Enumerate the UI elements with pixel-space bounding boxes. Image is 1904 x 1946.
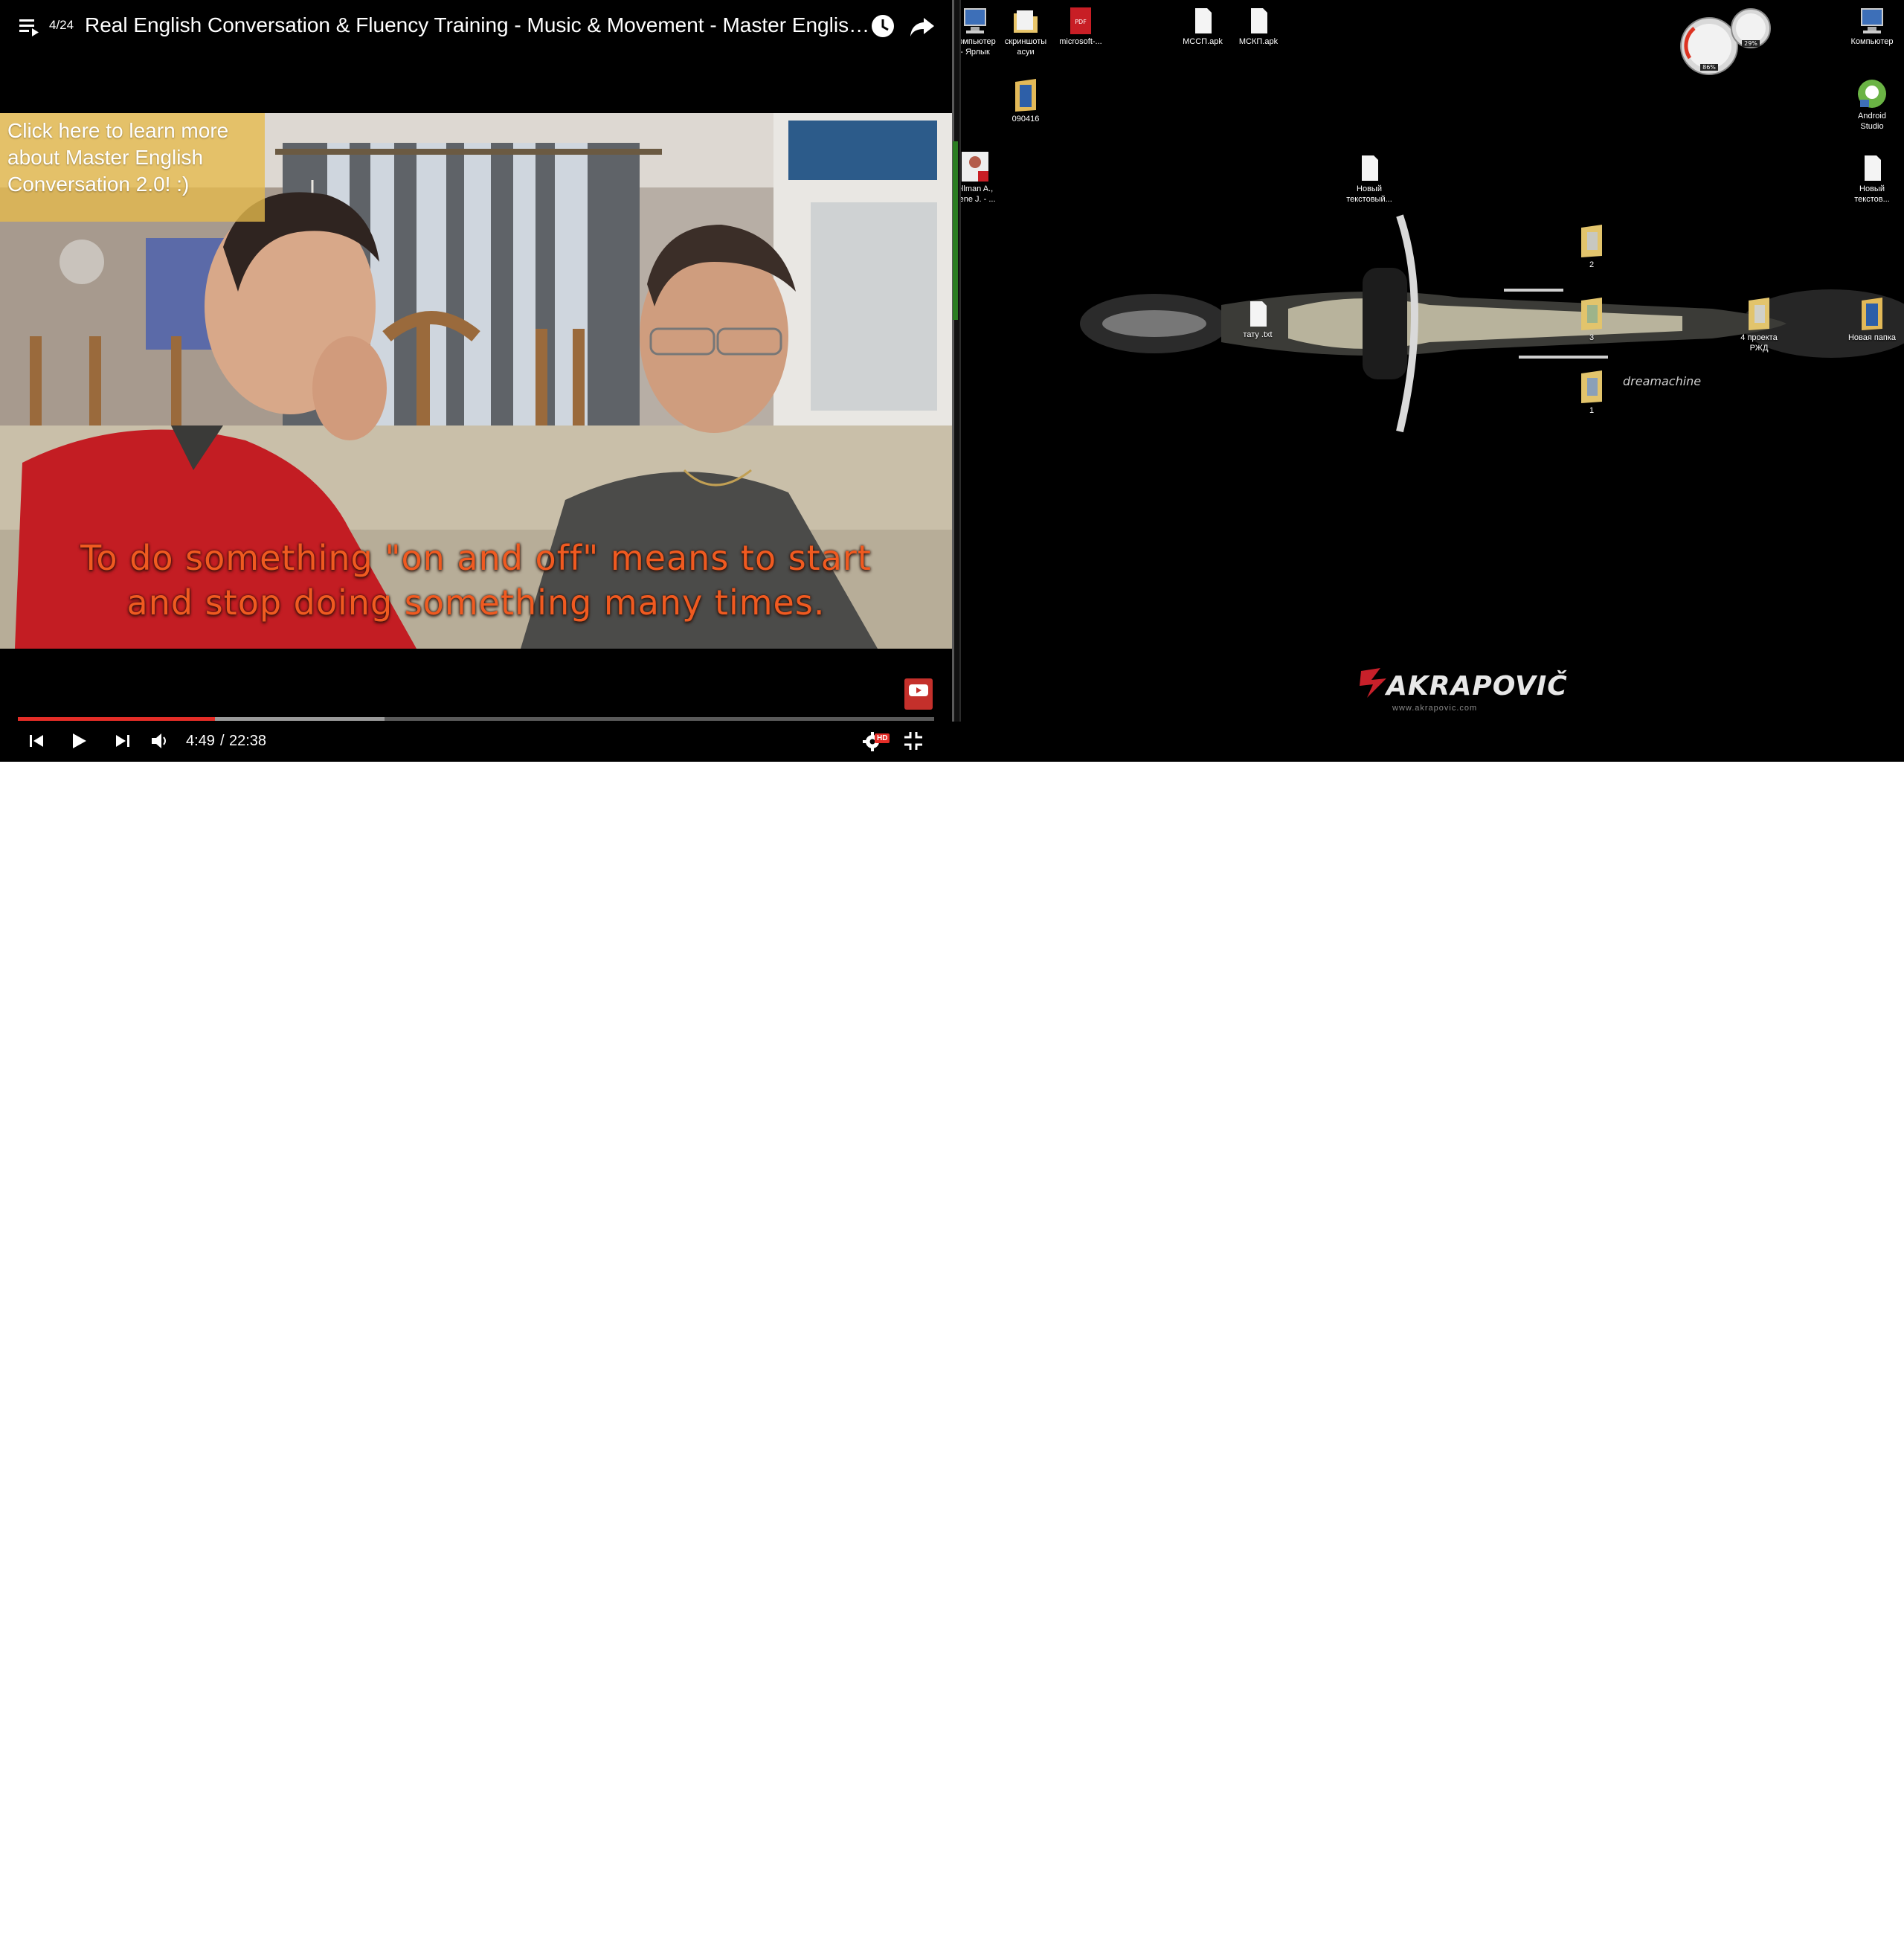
desktop-icon-label: компьютер (961, 37, 996, 46)
subtitle-line: and stop doing something many times. (126, 582, 826, 623)
desktop-icon-label: тату .txt (1243, 330, 1273, 339)
akrapovic-logo: AKRAPOVIČ www.akrapovic.com (1358, 667, 1567, 719)
clock-icon[interactable] (870, 13, 895, 39)
youtube-subscribe-icon[interactable] (904, 678, 933, 710)
time-total: 22:38 (229, 733, 267, 749)
file-icon (1251, 8, 1267, 33)
folder-icon (1015, 79, 1036, 112)
annotation-card[interactable]: Click here to learn more about Master En… (0, 113, 265, 222)
player-controls: 4:49 / 22:38 HD (0, 725, 952, 759)
desktop-icon-file[interactable]: тату .txt (1232, 299, 1284, 339)
folder-icon (1014, 10, 1038, 33)
desktop-icon-folder[interactable]: скриншоты асуи (1000, 6, 1052, 57)
desktop-icon-label: 2 (1589, 260, 1595, 269)
annotation-line: Click here to learn more (7, 119, 229, 142)
folder-icon (1581, 298, 1602, 330)
share-icon[interactable] (909, 13, 936, 39)
desktop-icon-label: МСКП.apk (1238, 37, 1279, 46)
computer-icon (964, 8, 986, 33)
desktop-icon-label: Новый (1357, 184, 1382, 193)
screen: 4/24 Real English Conversation & Fluency… (0, 0, 1904, 762)
desktop-icon-label: Android (1858, 112, 1886, 121)
ram-readout: 29% (1744, 40, 1757, 47)
youtube-player[interactable]: 4/24 Real English Conversation & Fluency… (0, 0, 952, 762)
desktop-icon-android-studio[interactable]: Android Studio (1846, 77, 1898, 131)
skip-previous-icon[interactable] (28, 730, 46, 752)
desktop-icon-file[interactable]: МССП.apk (1177, 6, 1229, 46)
file-icon (1362, 155, 1378, 181)
desktop-icon-folder[interactable]: 090416 (1000, 77, 1052, 123)
desktop-icon-folder[interactable]: Новая папка (1846, 296, 1898, 342)
subtitle-line: To do something "on and off" means to st… (80, 538, 872, 578)
desktop-icon-label: 3 (1589, 333, 1595, 342)
window-border[interactable] (952, 0, 961, 722)
desktop-icon-label: - Ярлык (961, 48, 990, 57)
desktop-icon-label: 4 проекта (1740, 333, 1778, 342)
skip-next-icon[interactable] (113, 730, 131, 752)
desktop-icon-folder[interactable]: 2 (1566, 223, 1618, 269)
desktop-icon-folder[interactable]: 1 (1566, 369, 1618, 415)
desktop-icon-label: eene J. - ... (961, 195, 996, 204)
desktop-icon-label: текстовый... (1346, 195, 1392, 204)
computer-icon (1861, 8, 1883, 33)
brand-url: www.akrapovic.com (1392, 704, 1478, 713)
play-icon[interactable] (70, 730, 88, 752)
desktop-icon-label: скриншоты (1004, 37, 1047, 46)
folder-icon (1749, 298, 1769, 330)
desktop-icon-label: Компьютер (1850, 37, 1894, 46)
youtube-logo-icon (909, 684, 928, 696)
burned-in-subtitles: To do something "on and off" means to st… (45, 536, 907, 625)
progress-played (18, 717, 216, 721)
video-title[interactable]: Real English Conversation & Fluency Trai… (85, 13, 870, 37)
player-top-bar: 4/24 Real English Conversation & Fluency… (0, 0, 952, 54)
annotation-line: about Master English (7, 146, 204, 169)
file-icon (1865, 155, 1881, 181)
desktop-icon-file[interactable]: Новый текстовый... (1343, 153, 1395, 204)
desktop-icon-pdf[interactable]: PDF microsoft-... (1055, 6, 1107, 46)
desktop-icon-label: ellman A., (961, 184, 994, 193)
desktop-icon-label: Новый (1859, 184, 1885, 193)
desktop-icon-label: асуи (1017, 48, 1035, 57)
desktop-icon-label: Studio (1860, 122, 1884, 131)
desktop-icon-label: 090416 (1012, 115, 1040, 123)
desktop-icon-label: Новая папка (1847, 333, 1897, 342)
desktop-icon-folder[interactable]: 3 (1566, 296, 1618, 342)
exit-fullscreen-icon[interactable] (903, 730, 924, 752)
volume-icon[interactable] (150, 730, 170, 752)
desktop-icon-pdf[interactable]: ellman A., eene J. - ... (961, 150, 1001, 204)
playlist-position: 4/24 (49, 18, 74, 32)
brand-name: AKRAPOVIČ (1386, 671, 1568, 701)
pdf-icon (962, 152, 988, 182)
folder-icon (1581, 225, 1602, 257)
desktop-icon-computer[interactable]: Компьютер (1846, 6, 1898, 46)
bike-text: dreamachine (1623, 374, 1701, 388)
svg-text:PDF: PDF (1075, 19, 1087, 25)
time-separator: / (220, 733, 225, 749)
folder-icon (1862, 298, 1882, 330)
desktop-icon-label: РЖД (1749, 344, 1769, 353)
desktop-icon-label: 1 (1589, 406, 1595, 415)
time-current: 4:49 (186, 733, 215, 749)
cpu-readout: 86% (1702, 64, 1716, 71)
desktop-icon-file[interactable]: Новый текстов... (1846, 153, 1898, 204)
hd-badge: HD (875, 733, 890, 743)
playlist-icon[interactable] (19, 18, 42, 37)
desktop-icon-label: МССП.apk (1183, 37, 1223, 46)
folder-icon (1581, 370, 1602, 403)
desktop-icon-label: microsoft-... (1059, 37, 1102, 46)
desktop[interactable]: dreamachine 86% 29% компьютер - Ярлык ск… (961, 0, 1904, 762)
pdf-icon: PDF (1070, 7, 1091, 34)
desktop-icon-computer-shortcut[interactable]: компьютер - Ярлык (961, 6, 1001, 57)
scorpion-logo-icon (1360, 668, 1386, 698)
file-icon (1195, 8, 1212, 33)
android-studio-icon (1858, 80, 1886, 108)
cpu-meter-gadget[interactable]: 86% 29% (1679, 6, 1784, 77)
desktop-icon-file[interactable]: МСКП.apk (1232, 6, 1284, 46)
annotation-line: Conversation 2.0! :) (7, 173, 190, 196)
desktop-icon-folder[interactable]: 4 проекта РЖД (1733, 296, 1785, 353)
desktop-icon-label: текстов... (1854, 195, 1890, 204)
progress-bar[interactable] (18, 717, 934, 721)
file-icon (1250, 301, 1267, 327)
